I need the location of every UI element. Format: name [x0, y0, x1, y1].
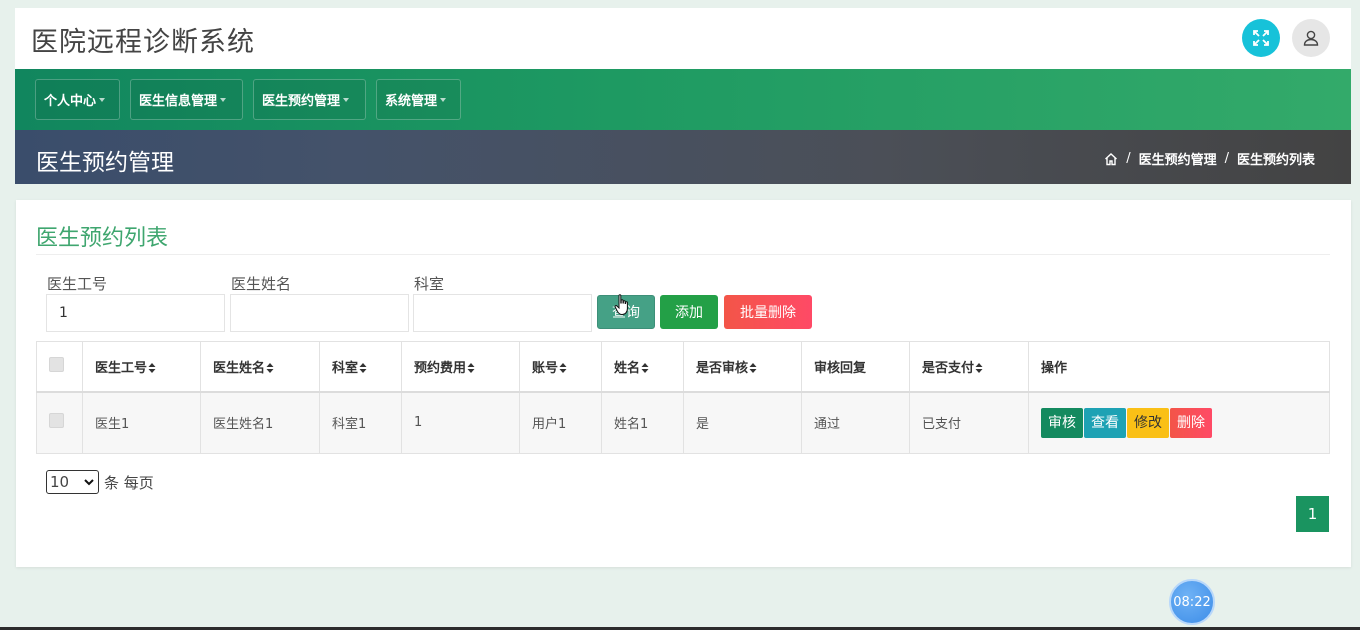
page-button-current[interactable]: 1 [1296, 496, 1329, 532]
cell-actions: 审核 查看 修改 删除 [1028, 391, 1330, 454]
column-header-label: 是否审核 [696, 360, 749, 376]
cell-doctor-name: 医生姓名1 [200, 391, 320, 454]
breadcrumb-item[interactable]: 医生预约管理 [1139, 149, 1217, 168]
batch-delete-button[interactable]: 批量删除 [724, 295, 812, 329]
page-size-value: 10 [50, 473, 70, 491]
appointment-table: 医生工号 医生姓名 科室 预约费用 账号 姓名 是否审核 审核回复 是否支付 操… [36, 341, 1330, 454]
column-header-label: 操作 [1041, 360, 1068, 376]
cell-audit-reply: 通过 [801, 391, 910, 454]
cell-department: 科室1 [319, 391, 402, 454]
nav-item-personal-center[interactable]: 个人中心 [35, 79, 120, 120]
table-row: 医生1 医生姓名1 科室1 1 用户1 姓名1 是 通过 已支付 审核 查看 修改删… [36, 391, 1330, 454]
page-size-control: 10 条 每页 [46, 470, 154, 494]
filter-label-doctor-id: 医生工号 [47, 275, 108, 293]
cell-account: 用户1 [519, 391, 602, 454]
breadcrumb-item: 医生预约列表 [1236, 153, 1315, 168]
row-checkbox[interactable] [49, 413, 64, 429]
select-all-cell [36, 341, 83, 393]
nav-item-label: 系统管理 [385, 94, 438, 109]
nav-item-system[interactable]: 系统管理 [376, 79, 461, 120]
cell-fee: 1 [401, 391, 520, 454]
nav-item-label: 医生信息管理 [139, 94, 218, 109]
cell-name: 姓名1 [601, 391, 684, 454]
column-header: 审核回复 [801, 341, 910, 393]
filter-label-doctor-name: 医生姓名 [231, 275, 292, 293]
page-title: 医生预约管理 [36, 150, 174, 176]
fullscreen-button[interactable] [1242, 19, 1280, 57]
card-title: 医生预约列表 [36, 226, 169, 251]
caret-down-icon [440, 97, 447, 102]
column-header: 操作 [1028, 341, 1330, 393]
sort-icon [148, 363, 156, 374]
caret-down-icon [99, 97, 106, 102]
column-header[interactable]: 医生工号 [82, 341, 201, 393]
column-header-label: 是否支付 [922, 360, 975, 376]
caret-down-icon [343, 97, 350, 102]
view-button[interactable]: 查看 [1084, 407, 1126, 438]
column-header[interactable]: 账号 [519, 341, 602, 393]
row-select-cell [36, 391, 83, 454]
column-header-label: 医生姓名 [213, 360, 266, 376]
column-header-label: 预约费用 [414, 360, 467, 376]
select-all-checkbox[interactable] [49, 356, 64, 372]
audit-button[interactable]: 审核 [1041, 407, 1083, 438]
column-header-label: 科室 [332, 360, 359, 376]
filter-label-department: 科室 [414, 275, 445, 293]
column-header-label: 姓名 [614, 360, 641, 376]
column-header[interactable]: 科室 [319, 341, 402, 393]
nav-item-label: 医生预约管理 [262, 94, 341, 109]
nav-item-doctor-appointment[interactable]: 医生预约管理 [253, 79, 366, 120]
home-icon[interactable] [1104, 152, 1118, 166]
sort-icon [559, 363, 567, 374]
table-header-row: 医生工号 医生姓名 科室 预约费用 账号 姓名 是否审核 审核回复 是否支付 操… [36, 341, 1330, 393]
search-button[interactable]: 查询 [597, 295, 655, 329]
user-menu-button[interactable] [1292, 19, 1330, 57]
appointment-list-card: 医生预约列表 医生工号 医生姓名 科室 查询 添加 批量删除 医生工号 医生姓名… [16, 200, 1351, 567]
clock-widget[interactable]: 08:22 [1169, 579, 1215, 625]
nav-item-doctor-info[interactable]: 医生信息管理 [130, 79, 243, 120]
main-nav: 个人中心 医生信息管理 医生预约管理 系统管理 [15, 69, 1351, 130]
nav-item-label: 个人中心 [44, 94, 97, 109]
column-header-label: 审核回复 [814, 360, 867, 376]
page-size-select[interactable]: 10 [46, 470, 99, 494]
sort-icon [467, 363, 475, 374]
column-header[interactable]: 医生姓名 [200, 341, 320, 393]
doctor-name-input[interactable] [230, 294, 409, 332]
sort-icon [266, 363, 274, 374]
breadcrumb-separator: / [1224, 151, 1229, 166]
sort-icon [641, 363, 649, 374]
cell-doctor-id: 医生1 [82, 391, 201, 454]
breadcrumb-separator: / [1126, 151, 1131, 166]
add-button[interactable]: 添加 [660, 295, 718, 329]
page-header: 医生预约管理 / 医生预约管理 / 医生预约列表 [15, 130, 1351, 184]
doctor-id-input[interactable] [46, 294, 225, 332]
clock-time: 08:22 [1173, 594, 1211, 610]
edit-button[interactable]: 修改 [1127, 407, 1169, 438]
breadcrumb: / 医生预约管理 / 医生预约列表 [1104, 149, 1315, 168]
chevron-down-icon [84, 478, 94, 485]
sort-icon [749, 363, 757, 374]
column-header-label: 账号 [532, 360, 559, 376]
sort-icon [359, 363, 367, 374]
app-title: 医院远程诊断系统 [31, 27, 255, 58]
delete-button[interactable]: 删除 [1170, 407, 1212, 438]
per-page-label: 条 每页 [104, 473, 154, 492]
divider [36, 254, 1330, 255]
cell-paid: 已支付 [909, 391, 1029, 454]
top-bar: 医院远程诊断系统 [15, 8, 1351, 69]
column-header[interactable]: 是否审核 [683, 341, 802, 393]
column-header[interactable]: 是否支付 [909, 341, 1029, 393]
caret-down-icon [220, 97, 227, 102]
cell-audited: 是 [683, 391, 802, 454]
user-icon [1303, 30, 1319, 46]
column-header[interactable]: 预约费用 [401, 341, 520, 393]
column-header-label: 医生工号 [95, 360, 148, 376]
department-input[interactable] [413, 294, 592, 332]
column-header[interactable]: 姓名 [601, 341, 684, 393]
sort-icon [975, 363, 983, 374]
expand-icon [1253, 30, 1269, 46]
